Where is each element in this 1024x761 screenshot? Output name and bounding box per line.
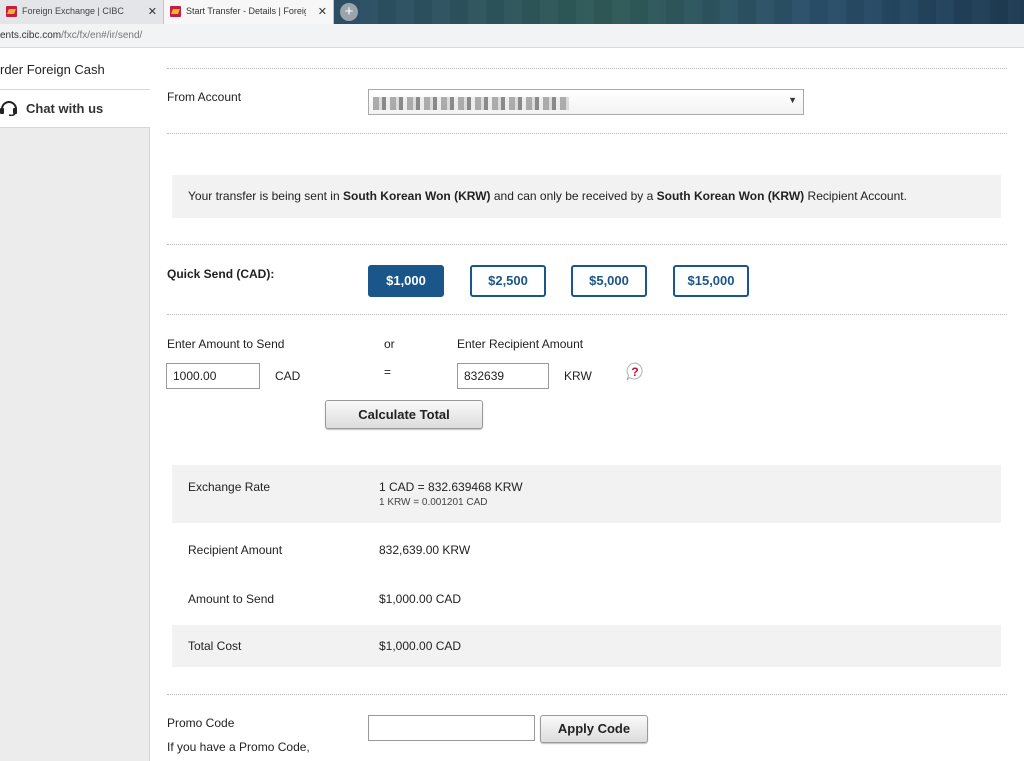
sidebar-item-chat[interactable]: Chat with us [0, 90, 150, 128]
dropdown-arrow-icon: ▼ [788, 95, 797, 105]
summary-recipient-amount-row: Recipient Amount 832,639.00 KRW [172, 523, 1001, 575]
divider [167, 133, 1007, 134]
divider [167, 68, 1007, 69]
summary-amount-to-send-row: Amount to Send $1,000.00 CAD [172, 575, 1001, 625]
divider [167, 694, 1007, 695]
amount-to-send-summary-value: $1,000.00 CAD [379, 592, 462, 606]
new-tab-plus-icon[interactable]: + [340, 3, 358, 21]
url-host: ents.cibc.com [0, 30, 62, 41]
tab-title: Start Transfer - Details | Foreign E [186, 6, 306, 16]
quick-send-label: Quick Send (CAD): [167, 267, 275, 281]
promo-code-label: Promo Code [167, 716, 235, 730]
promo-code-hint: If you have a Promo Code, [167, 740, 310, 754]
help-question-icon[interactable]: ? [625, 362, 645, 382]
total-cost-value: $1,000.00 CAD [379, 639, 462, 653]
quick-send-5000-button[interactable]: $5,000 [571, 265, 647, 297]
recipient-amount-summary-value: 832,639.00 KRW [379, 543, 471, 557]
quick-send-15000-button[interactable]: $15,000 [673, 265, 749, 297]
quick-send-2500-button[interactable]: $2,500 [470, 265, 546, 297]
transfer-details-form: From Account ▼ Your transfer is being se… [151, 48, 1024, 761]
tab-bar-background [360, 0, 1020, 24]
close-icon[interactable]: ✕ [148, 5, 157, 18]
notice-part: and can only be received by a [490, 189, 657, 203]
quick-send-1000-button[interactable]: $1,000 [368, 265, 444, 297]
tab-title: Foreign Exchange | CIBC [22, 6, 124, 16]
notice-text: Your transfer is being sent in South Kor… [188, 189, 907, 203]
amount-to-send-input[interactable]: 1000.00 [166, 363, 260, 389]
from-account-select[interactable]: ▼ [368, 89, 804, 115]
or-label: or [384, 337, 395, 351]
browser-tab-foreign-exchange[interactable]: Foreign Exchange | CIBC ✕ [0, 0, 164, 24]
svg-text:?: ? [631, 365, 638, 379]
notice-part: Your transfer is being sent in [188, 189, 343, 203]
amount-to-send-label: Enter Amount to Send [167, 337, 285, 351]
calculate-total-button[interactable]: Calculate Total [325, 400, 483, 429]
summary-total-cost-row: Total Cost $1,000.00 CAD [172, 625, 1001, 667]
exchange-rate-inverse: 1 KRW = 0.001201 CAD [379, 497, 488, 508]
sidebar: rder Foreign Cash Chat with us [0, 48, 150, 761]
recipient-currency-label: KRW [564, 369, 592, 383]
divider [167, 314, 1007, 315]
sidebar-item-label: Chat with us [26, 101, 104, 116]
close-icon[interactable]: ✕ [318, 5, 327, 18]
address-bar[interactable]: ents.cibc.com/fxc/fx/en#/ir/send/ [0, 24, 1024, 48]
recipient-amount-input[interactable]: 832639 [457, 363, 549, 389]
sidebar-item-order-foreign-cash[interactable]: rder Foreign Cash [0, 48, 150, 90]
url-text: ents.cibc.com/fxc/fx/en#/ir/send/ [0, 30, 142, 41]
apply-code-button[interactable]: Apply Code [540, 715, 648, 743]
divider [167, 244, 1007, 245]
send-currency-label: CAD [275, 369, 301, 383]
notice-currency: South Korean Won (KRW) [342, 189, 491, 203]
browser-tab-bar: Foreign Exchange | CIBC ✕ Start Transfer… [0, 0, 1024, 24]
currency-notice: Your transfer is being sent in South Kor… [172, 175, 1001, 218]
promo-code-input[interactable] [368, 715, 535, 741]
notice-currency: South Korean Won (KRW) [656, 189, 805, 203]
equals-sign: = [384, 365, 392, 379]
summary-exchange-rate-row: Exchange Rate 1 CAD = 832.639468 KRW 1 K… [172, 465, 1001, 523]
exchange-rate-label: Exchange Rate [188, 480, 271, 494]
exchange-rate-value: 1 CAD = 832.639468 KRW [379, 480, 523, 494]
cibc-favicon-icon [6, 6, 17, 17]
total-cost-label: Total Cost [188, 639, 242, 653]
amount-to-send-summary-label: Amount to Send [188, 592, 275, 606]
cibc-favicon-icon [170, 6, 181, 17]
sidebar-item-label: rder Foreign Cash [0, 62, 105, 77]
recipient-amount-summary-label: Recipient Amount [188, 543, 283, 557]
headset-chat-icon [0, 101, 17, 116]
redacted-account-value [373, 97, 569, 110]
url-path: /fxc/fx/en#/ir/send/ [61, 30, 143, 41]
browser-tab-start-transfer[interactable]: Start Transfer - Details | Foreign E ✕ [164, 0, 334, 24]
from-account-label: From Account [167, 90, 242, 104]
recipient-amount-label: Enter Recipient Amount [457, 337, 584, 351]
notice-part: Recipient Account. [804, 189, 907, 203]
